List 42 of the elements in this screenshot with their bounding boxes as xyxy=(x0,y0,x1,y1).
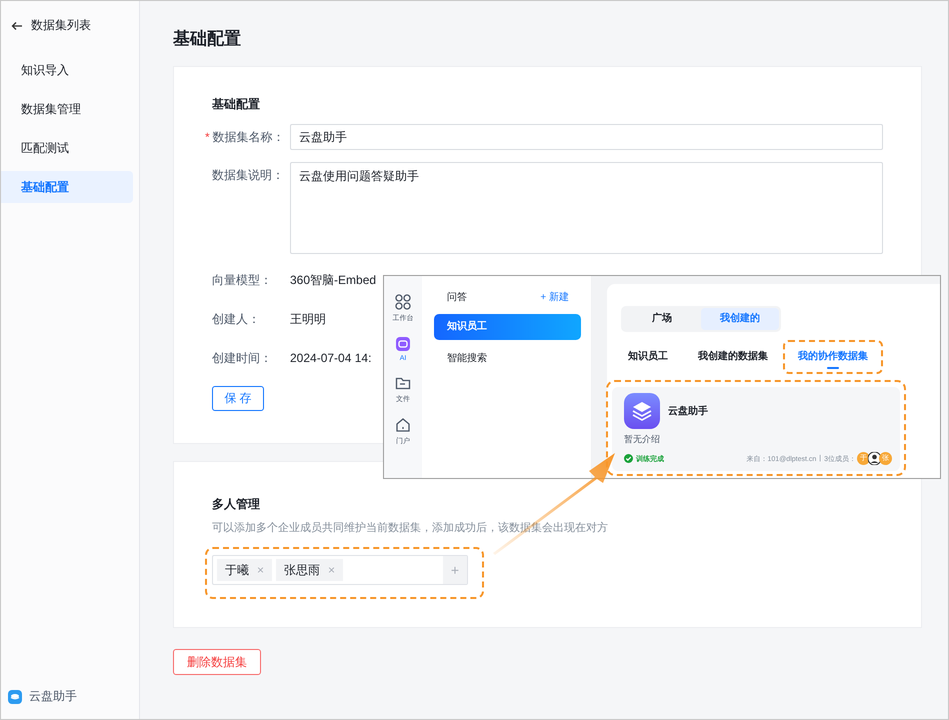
member-name: 于曦 xyxy=(225,562,249,578)
save-button[interactable]: 保 存 xyxy=(212,386,264,411)
sidebar-item[interactable]: 知识导入 xyxy=(1,54,133,86)
sidebar-item[interactable]: 数据集管理 xyxy=(1,93,133,125)
field-label: 数据集说明： xyxy=(212,167,284,184)
section-title: 基础配置 xyxy=(212,96,261,113)
field-value: 360智脑-Embed xyxy=(290,272,376,289)
nav-item[interactable]: 知识员工 xyxy=(434,314,581,340)
nav-item[interactable]: 智能搜索 xyxy=(434,346,581,372)
tab[interactable]: 我的协作数据集 xyxy=(783,340,883,374)
field-label: 创建时间： xyxy=(212,350,272,367)
back-arrow-icon xyxy=(11,20,23,32)
field-label: 向量模型： xyxy=(212,272,272,289)
check-icon xyxy=(624,454,633,463)
home-icon xyxy=(396,418,410,432)
field-value: 王明明 xyxy=(290,311,326,328)
field-label: 创建人： xyxy=(212,311,260,328)
required-mark: * xyxy=(205,129,210,146)
tab[interactable]: 我创建的数据集 xyxy=(683,340,783,374)
description-textarea[interactable]: 云盘使用问题答疑助手 xyxy=(290,162,883,254)
name-input[interactable]: 云盘助手 xyxy=(290,124,883,150)
section-title: 多人管理 xyxy=(212,496,261,513)
field-value: 2024-07-04 14: xyxy=(290,350,372,367)
segment-tab[interactable]: 广场 xyxy=(623,308,701,330)
sidebar-item[interactable]: 基础配置 xyxy=(1,171,133,203)
tab[interactable]: 知识员工 xyxy=(613,340,683,374)
card-description: 暂无介绍 xyxy=(624,433,661,446)
ai-icon xyxy=(396,337,410,351)
folder-icon xyxy=(396,378,410,390)
back-link[interactable]: 数据集列表 xyxy=(1,13,133,38)
sidebar-item[interactable]: 匹配测试 xyxy=(1,132,133,164)
card-title: 云盘助手 xyxy=(668,404,708,418)
app-name: 云盘助手 xyxy=(29,688,77,705)
field-label: 数据集名称： xyxy=(212,129,285,146)
grid-icon xyxy=(395,294,411,310)
nav-header: 问答 xyxy=(447,291,467,304)
segment-tab[interactable]: 我创建的 xyxy=(701,308,779,330)
page-title: 基础配置 xyxy=(173,28,242,50)
member-name: 张思雨 xyxy=(284,562,320,578)
layers-icon xyxy=(624,393,660,429)
delete-button[interactable]: 删除数据集 xyxy=(173,649,261,675)
new-button[interactable]: + 新建 xyxy=(540,290,569,304)
